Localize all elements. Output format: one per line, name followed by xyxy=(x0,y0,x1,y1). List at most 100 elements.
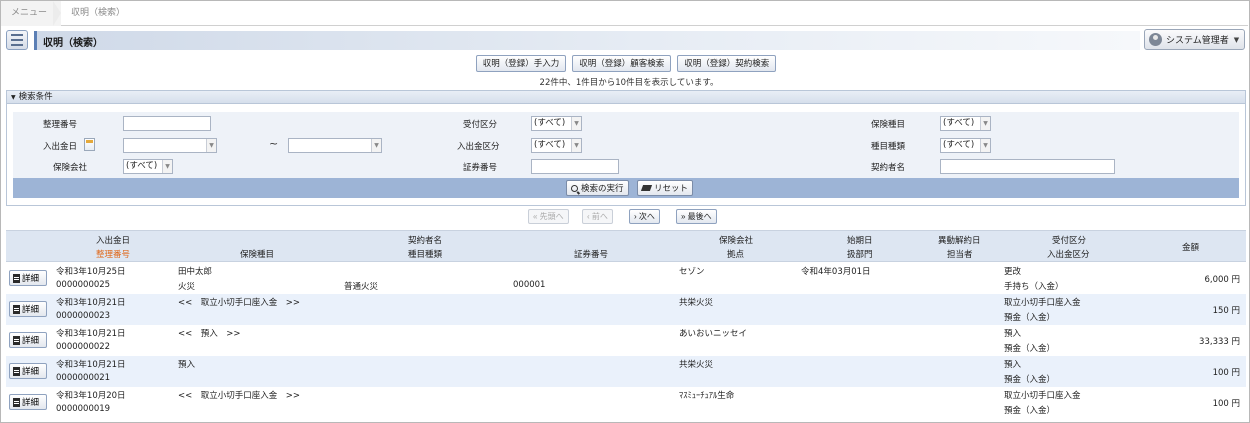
label-shumoku-shurui: 種目種類 xyxy=(871,142,906,152)
col-ido-kaiyaku-date[interactable]: 異動解約日 xyxy=(938,234,981,246)
search-execute-button[interactable]: 検索の実行 xyxy=(566,180,629,196)
cell-seiri-number: 0000000019 xyxy=(56,404,111,414)
cell-uketsuke-kubun: 預入 xyxy=(1004,329,1022,339)
policy-number-input[interactable] xyxy=(531,159,619,174)
breadcrumb: メニュー 収明（検索） xyxy=(1,0,1248,26)
table-row: 詳細 令和3年10月25日 0000000025 田中太郎 火災 普通火災 000001 セゾ… xyxy=(6,263,1246,294)
seiri-number-input[interactable] xyxy=(123,116,211,131)
label-nyushukkin-kubun: 入出金区分 xyxy=(457,142,500,152)
pager-first-button[interactable]: « 先頭へ xyxy=(528,209,569,224)
uketsuke-select[interactable]: (すべて) ▼ xyxy=(531,116,582,131)
detail-button[interactable]: 詳細 xyxy=(9,332,47,348)
col-atsukai-bumon[interactable]: 扱部門 xyxy=(847,248,873,260)
top-actions: 収明（登録）手入力 収明（登録）顧客検索 収明（登録）契約検索 xyxy=(0,55,1250,72)
col-shiki-date[interactable]: 始期日 xyxy=(847,234,873,246)
col-shoken-number[interactable]: 証券番号 xyxy=(574,248,608,260)
hamburger-menu-icon[interactable] xyxy=(6,30,28,50)
detail-label: 詳細 xyxy=(22,304,40,314)
col-hoken-kaisha[interactable]: 保険会社 xyxy=(719,234,753,246)
cell-hoken-kaisha: ﾏｽﾐｭｰﾁｭｱﾙ生命 xyxy=(679,391,735,401)
collapse-triangle-icon: ▼ xyxy=(11,94,16,101)
cell-date: 令和3年10月21日 xyxy=(56,298,126,308)
search-icon xyxy=(571,184,578,192)
cell-shiki-date: 令和4年03月01日 xyxy=(801,267,871,277)
user-avatar-icon xyxy=(1149,33,1162,46)
table-row: 詳細 令和3年10月21日 0000000021 預入 共栄火災 預入 預金（入金） 100 … xyxy=(6,356,1246,387)
breadcrumb-current: 収明（検索） xyxy=(71,7,126,18)
col-uketsuke-kubun[interactable]: 受付区分 xyxy=(1052,234,1086,246)
cell-nyushukkin-kubun: 預金（入金） xyxy=(1004,313,1056,323)
search-action-bar: 検索の実行 リセット xyxy=(13,178,1239,198)
col-keiyakusha[interactable]: 契約者名 xyxy=(408,234,442,246)
cell-amount: 6,000 円 xyxy=(1204,275,1240,285)
col-shumoku-shurui[interactable]: 種目種類 xyxy=(408,248,442,260)
document-icon xyxy=(13,273,20,283)
detail-button[interactable]: 詳細 xyxy=(9,363,47,379)
reset-label: リセット xyxy=(654,183,689,193)
customer-search-button[interactable]: 収明（登録）顧客検索 xyxy=(572,55,672,72)
shumoku-shurui-select[interactable]: (すべて) ▼ xyxy=(940,138,991,153)
cell-date: 令和3年10月25日 xyxy=(56,267,126,277)
label-hoken-shumoku: 保険種目 xyxy=(871,120,906,130)
cell-uketsuke-kubun: 更改 xyxy=(1004,267,1022,277)
detail-button[interactable]: 詳細 xyxy=(9,270,47,286)
cell-seiri-number: 0000000023 xyxy=(56,311,111,321)
cell-keiyakusha: << 取立小切手口座入金 >> xyxy=(178,298,300,308)
detail-label: 詳細 xyxy=(22,335,40,345)
insurance-company-value: (すべて) xyxy=(126,161,158,171)
detail-button[interactable]: 詳細 xyxy=(9,394,47,410)
col-kyoten[interactable]: 拠点 xyxy=(727,248,744,260)
col-tantousha[interactable]: 担当者 xyxy=(947,248,973,260)
page-title: 収明（検索） xyxy=(43,38,103,49)
pager-last-button[interactable]: » 最後へ xyxy=(676,209,717,224)
cell-amount: 100 円 xyxy=(1212,399,1240,409)
detail-label: 詳細 xyxy=(22,366,40,376)
document-icon xyxy=(13,366,20,376)
cell-nyushukkin-kubun: 預金（入金） xyxy=(1004,344,1056,354)
table-row: 詳細 令和3年10月21日 0000000023 << 取立小切手口座入金 >> 共栄火… xyxy=(6,294,1246,325)
nyushukkin-kubun-value: (すべて) xyxy=(534,140,566,150)
col-nyushukkin-date[interactable]: 入出金日 xyxy=(96,234,130,246)
col-seiri-number[interactable]: 整理番号 xyxy=(96,248,130,260)
date-to-select[interactable]: ▼ xyxy=(288,138,382,153)
date-from-select[interactable]: ▼ xyxy=(123,138,217,153)
cell-hoken-kaisha: セゾン xyxy=(679,267,705,277)
insurance-company-select[interactable]: (すべて) ▼ xyxy=(123,159,173,174)
contractor-name-input[interactable] xyxy=(940,159,1115,174)
cell-seiri-number: 0000000025 xyxy=(56,280,111,290)
eraser-icon xyxy=(640,185,653,191)
result-count: 22件中、1件目から10件目を表示しています。 xyxy=(539,78,719,88)
search-execute-label: 検索の実行 xyxy=(581,183,624,193)
pager-prev-button[interactable]: ‹ 前へ xyxy=(582,209,613,224)
cell-keiyakusha: << 取立小切手口座入金 >> xyxy=(178,391,300,401)
cell-shoken-number: 000001 xyxy=(513,280,546,290)
pager-next-button[interactable]: › 次へ xyxy=(629,209,660,224)
user-menu-button[interactable]: システム管理者 ▼ xyxy=(1144,29,1245,50)
cell-hoken-kaisha: 共栄火災 xyxy=(679,298,714,308)
search-grid: 整理番号 入出金日 ▼ ~ ▼ 保険会社 (すべて) ▼ 受付区分 (すべて) ▼ … xyxy=(13,112,1239,180)
col-amount[interactable]: 金額 xyxy=(1182,241,1199,253)
cell-uketsuke-kubun: 取立小切手口座入金 xyxy=(1004,298,1081,308)
cell-hoken-shumoku: 火災 xyxy=(178,282,196,292)
label-hoken-kaisha: 保険会社 xyxy=(53,163,88,173)
label-uketsuke: 受付区分 xyxy=(463,120,498,130)
search-panel: 整理番号 入出金日 ▼ ~ ▼ 保険会社 (すべて) ▼ 受付区分 (すべて) ▼ … xyxy=(6,104,1246,206)
title-bar: 収明（検索） xyxy=(34,31,1140,50)
search-section-header[interactable]: ▼ 検索条件 xyxy=(6,90,1246,104)
user-name: システム管理者 xyxy=(1166,36,1229,46)
table-row: 詳細 令和3年10月20日 0000000019 << 取立小切手口座入金 >> ﾏｽﾐ… xyxy=(6,387,1246,418)
cell-date: 令和3年10月21日 xyxy=(56,360,126,370)
col-hoken-shumoku[interactable]: 保険種目 xyxy=(240,248,274,260)
col-nyushukkin-kubun[interactable]: 入出金区分 xyxy=(1047,248,1090,260)
manual-entry-button[interactable]: 収明（登録）手入力 xyxy=(475,55,567,72)
hoken-shumoku-value: (すべて) xyxy=(943,118,975,128)
detail-button[interactable]: 詳細 xyxy=(9,301,47,317)
calendar-icon[interactable] xyxy=(84,138,95,151)
contract-search-button[interactable]: 収明（登録）契約検索 xyxy=(677,55,777,72)
nyushukkin-kubun-select[interactable]: (すべて) ▼ xyxy=(531,138,582,153)
breadcrumb-menu[interactable]: メニュー xyxy=(1,0,62,26)
hoken-shumoku-select[interactable]: (すべて) ▼ xyxy=(940,116,991,131)
reset-button[interactable]: リセット xyxy=(637,180,694,196)
cell-uketsuke-kubun: 預入 xyxy=(1004,360,1022,370)
cell-hoken-kaisha: あいおいニッセイ xyxy=(679,329,748,339)
